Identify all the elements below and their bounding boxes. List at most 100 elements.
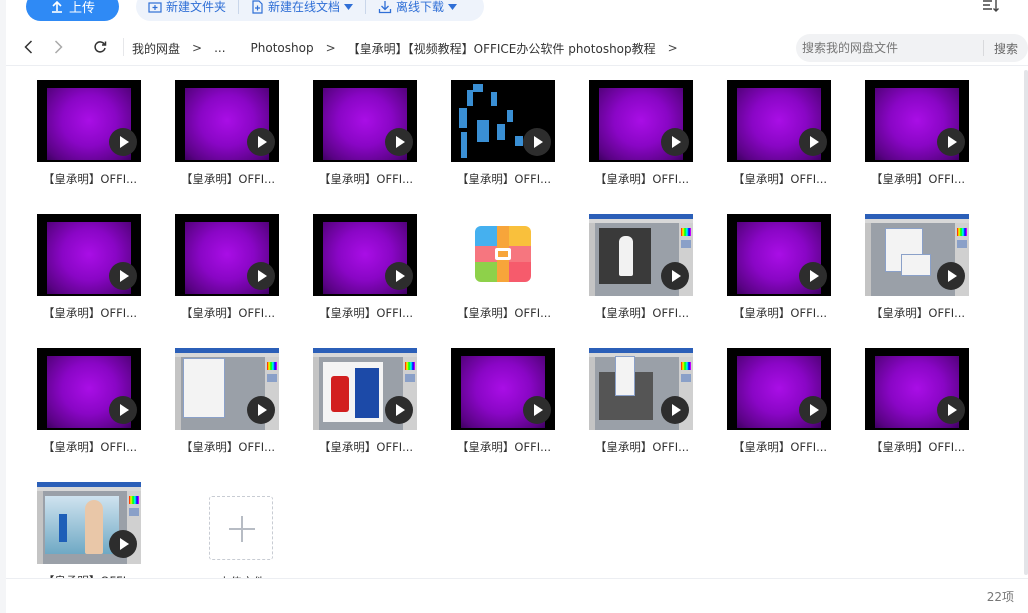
status-bar: 22项: [6, 578, 1028, 613]
play-icon: [661, 262, 689, 290]
video-thumbnail: [37, 482, 141, 564]
video-file-item[interactable]: 【皇承明】OFFI...: [19, 202, 145, 324]
video-file-item[interactable]: 【皇承明】OFFI...: [295, 336, 421, 458]
file-name: 【皇承明】OFFI...: [42, 172, 138, 186]
video-thumbnail: [865, 348, 969, 430]
play-icon: [385, 128, 413, 156]
file-name: 【皇承明】OFFI...: [180, 306, 276, 320]
play-icon: [385, 396, 413, 424]
refresh-button[interactable]: [92, 38, 108, 56]
play-icon: [109, 396, 137, 424]
video-thumbnail: [313, 80, 417, 162]
video-file-item[interactable]: 【皇承明】OFFI...: [847, 202, 973, 324]
file-name: 【皇承明】OFFI...: [42, 440, 138, 454]
breadcrumb-separator: >: [325, 41, 336, 55]
file-name: 【皇承明】OFFI...: [318, 306, 414, 320]
video-thumbnail: [589, 214, 693, 296]
video-file-item[interactable]: 【皇承明】OFFI...: [571, 68, 697, 190]
upload-button[interactable]: 上传: [26, 0, 119, 21]
new-folder-button[interactable]: 新建文件夹: [136, 0, 238, 15]
video-file-item[interactable]: 【皇承明】OFFI...: [433, 336, 559, 458]
video-file-item[interactable]: 【皇承明】OFFI...: [157, 202, 283, 324]
video-thumbnail: [37, 214, 141, 296]
play-icon: [799, 396, 827, 424]
nav-divider: [123, 38, 124, 56]
video-thumbnail: [589, 80, 693, 162]
back-button[interactable]: [20, 38, 36, 56]
file-name: 【皇承明】OFFI...: [870, 172, 966, 186]
breadcrumb-current-folder[interactable]: 【皇承明】【视频教程】OFFICE办公软件 photoshop教程: [348, 40, 656, 57]
breadcrumb-ellipsis[interactable]: ...: [214, 41, 225, 55]
toolbar-actions: 新建文件夹 新建在线文档 离线下载: [136, 0, 484, 21]
video-thumbnail: [175, 214, 279, 296]
file-name: 【皇承明】OFFI...: [180, 440, 276, 454]
toolbar: 上传 新建文件夹 新建在线文档 离线下载: [6, 0, 1028, 22]
video-file-item[interactable]: 【皇承明】OFFI...: [571, 202, 697, 324]
zip-archive-icon: [475, 226, 531, 282]
video-file-item[interactable]: 【皇承明】OFFI...: [19, 336, 145, 458]
new-doc-icon: [252, 0, 263, 14]
refresh-icon: [94, 41, 107, 53]
file-name: 【皇承明】OFFI...: [732, 306, 828, 320]
video-thumbnail: [865, 80, 969, 162]
offline-download-button[interactable]: 离线下载: [366, 0, 469, 15]
play-icon: [799, 262, 827, 290]
video-file-item[interactable]: 【皇承明】OFFI...: [19, 470, 145, 578]
video-file-item[interactable]: 【皇承明】OFFI...: [709, 336, 835, 458]
search-input[interactable]: [796, 34, 983, 62]
forward-button[interactable]: [50, 38, 66, 56]
video-thumbnail: [37, 80, 141, 162]
upload-icon: [51, 0, 62, 13]
play-icon: [937, 262, 965, 290]
file-name: 【皇承明】OFFI...: [456, 172, 552, 186]
archive-file-item[interactable]: 【皇承明】OFFI...: [433, 202, 559, 324]
scrollbar-thumb[interactable]: [1024, 70, 1028, 575]
new-online-doc-button[interactable]: 新建在线文档: [239, 0, 365, 15]
download-icon: [378, 0, 392, 13]
breadcrumb: 我的网盘 > ... Photoshop > 【皇承明】【视频教程】OFFICE…: [132, 30, 690, 66]
video-file-item[interactable]: 【皇承明】OFFI...: [295, 68, 421, 190]
video-file-item[interactable]: 【皇承明】OFFI...: [157, 336, 283, 458]
file-grid: 【皇承明】OFFI... 【皇承明】OFFI... 【皇承明】OFFI... 【皇承明…: [6, 68, 1022, 578]
play-icon: [937, 128, 965, 156]
sort-icon[interactable]: [982, 0, 1000, 14]
upload-label: 上传: [68, 1, 95, 16]
new-folder-label: 新建文件夹: [166, 0, 227, 14]
file-name: 【皇承明】OFFI...: [318, 440, 414, 454]
video-file-item[interactable]: 【皇承明】OFFI...: [709, 202, 835, 324]
video-thumbnail: [451, 348, 555, 430]
video-file-item[interactable]: 【皇承明】OFFI...: [19, 68, 145, 190]
video-thumbnail: [313, 214, 417, 296]
caret-down-icon: [448, 3, 458, 10]
video-file-item[interactable]: 【皇承明】OFFI...: [709, 68, 835, 190]
video-file-item[interactable]: 【皇承明】OFFI...: [847, 336, 973, 458]
video-file-item[interactable]: 【皇承明】OFFI...: [571, 336, 697, 458]
video-file-item[interactable]: 【皇承明】OFFI...: [847, 68, 973, 190]
video-file-item[interactable]: 【皇承明】OFFI...: [157, 68, 283, 190]
navigation-bar: 我的网盘 > ... Photoshop > 【皇承明】【视频教程】OFFICE…: [6, 30, 1028, 66]
file-name: 【皇承明】OFFI...: [42, 306, 138, 320]
video-thumbnail: [37, 348, 141, 430]
video-file-item[interactable]: 【皇承明】OFFI...: [433, 68, 559, 190]
file-name: 【皇承明】OFFI...: [870, 306, 966, 320]
play-icon: [937, 396, 965, 424]
play-icon: [109, 262, 137, 290]
search-button[interactable]: 搜索: [984, 40, 1028, 57]
video-thumbnail: [451, 80, 555, 162]
file-name: 【皇承明】OFFI...: [318, 172, 414, 186]
play-icon: [661, 396, 689, 424]
file-name: 【皇承明】OFFI...: [456, 440, 552, 454]
play-icon: [661, 128, 689, 156]
breadcrumb-photoshop[interactable]: Photoshop: [239, 41, 314, 55]
add-icon: [209, 496, 273, 560]
file-name: 【皇承明】OFFI...: [594, 440, 690, 454]
breadcrumb-root[interactable]: 我的网盘: [132, 40, 180, 57]
video-thumbnail: [727, 214, 831, 296]
upload-file-tile[interactable]: 上传文件: [171, 470, 297, 578]
file-name: 【皇承明】OFFI...: [594, 306, 690, 320]
new-online-doc-label: 新建在线文档: [268, 0, 341, 14]
play-icon: [109, 128, 137, 156]
video-file-item[interactable]: 【皇承明】OFFI...: [295, 202, 421, 324]
play-icon: [523, 128, 551, 156]
search-box: 搜索: [796, 34, 1028, 62]
